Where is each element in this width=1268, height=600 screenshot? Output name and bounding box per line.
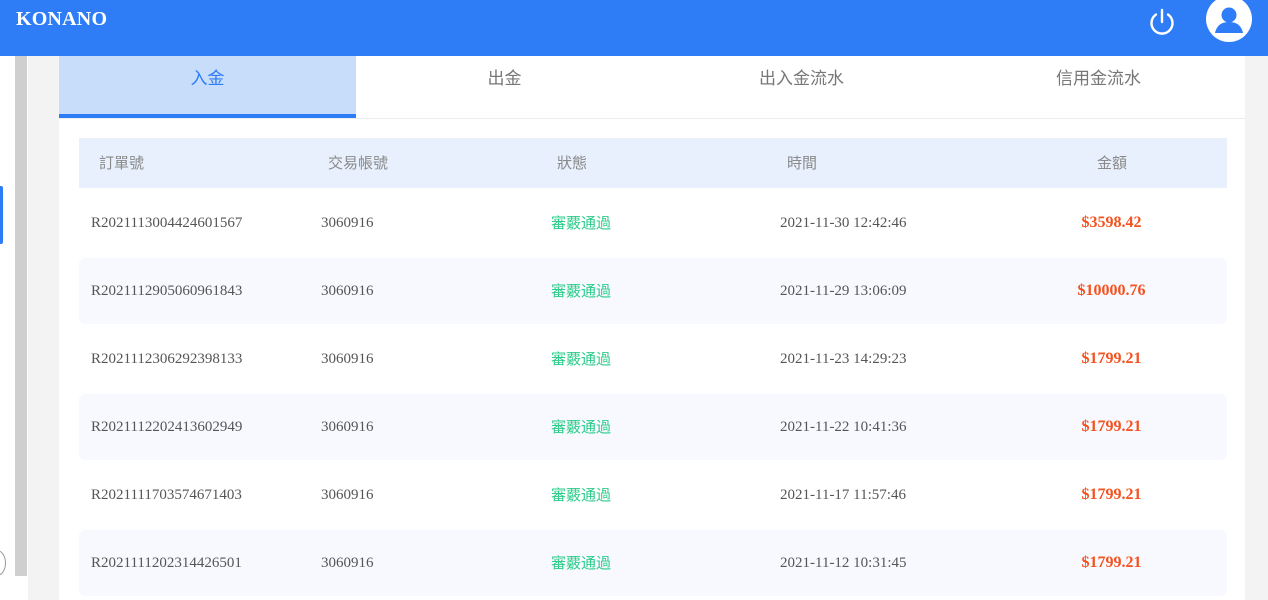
status-badge: 審覈通過 [551,214,612,232]
user-avatar-icon[interactable] [1206,0,1252,42]
column-header-amount: 金額 [1097,154,1128,172]
table-header: 訂單號 交易帳號 狀態 時間 金額 [79,138,1227,188]
trading-account: 3060916 [321,487,374,503]
table-row[interactable]: R2021113004424601567 3060916 審覈通過 2021-1… [79,190,1227,256]
trading-account: 3060916 [321,555,374,571]
amount: $3598.42 [1081,214,1142,231]
timestamp: 2021-11-29 13:06:09 [780,283,907,299]
table-row[interactable]: R2021112202413602949 3060916 審覈通過 2021-1… [79,394,1227,460]
table-row[interactable]: R2021112306292398133 3060916 審覈通過 2021-1… [79,326,1227,392]
amount: $1799.21 [1081,418,1142,435]
timestamp: 2021-11-17 11:57:46 [780,487,906,503]
order-number: R2021113004424601567 [91,215,243,231]
deposit-history-card: 入金 出金 出入金流水 信用金流水 訂單號 交易帳號 狀態 時間 金額 R202… [59,56,1245,600]
order-number: R2021112306292398133 [91,351,243,367]
status-badge: 審覈通過 [551,350,612,368]
table-row[interactable]: R2021111202314426501 3060916 審覈通過 2021-1… [79,530,1227,596]
status-badge: 審覈通過 [551,486,612,504]
tab-cash-flow[interactable]: 出入金流水 [653,56,950,118]
table-row[interactable]: R2021111703574671403 3060916 審覈通過 2021-1… [79,462,1227,528]
status-badge: 審覈通過 [551,418,612,436]
timestamp: 2021-11-12 10:31:45 [780,555,907,571]
table-row[interactable]: R2021112905060961843 3060916 審覈通過 2021-1… [79,258,1227,324]
amount: $1799.21 [1081,554,1142,571]
tab-withdraw[interactable]: 出金 [356,56,653,118]
amount: $10000.76 [1077,282,1146,299]
timestamp: 2021-11-23 14:29:23 [780,351,907,367]
amount: $1799.21 [1081,486,1142,503]
column-header-account: 交易帳號 [328,154,389,172]
trading-account: 3060916 [321,215,374,231]
order-number: R2021112905060961843 [91,283,243,299]
order-number: R2021111202314426501 [91,555,242,571]
amount: $1799.21 [1081,350,1142,367]
trading-account: 3060916 [321,419,374,435]
timestamp: 2021-11-30 12:42:46 [780,215,907,231]
column-header-time: 時間 [787,154,818,172]
trading-account: 3060916 [321,283,374,299]
page-scroll-area [1246,56,1268,600]
column-header-status: 狀態 [557,154,588,172]
order-number: R2021111703574671403 [91,487,242,503]
top-bar: KONANO [0,0,1268,56]
tab-credit-flow[interactable]: 信用金流水 [950,56,1247,118]
sidebar-active-indicator[interactable] [0,186,3,244]
sidebar-scrollbar[interactable] [15,56,27,576]
timestamp: 2021-11-22 10:41:36 [780,419,907,435]
tab-deposit[interactable]: 入金 [59,56,356,118]
order-number: R2021112202413602949 [91,419,243,435]
status-badge: 審覈通過 [551,554,612,572]
status-badge: 審覈通過 [551,282,612,300]
trading-account: 3060916 [321,351,374,367]
power-icon[interactable] [1145,5,1179,39]
column-header-order: 訂單號 [99,154,145,172]
brand-logo[interactable]: KONANO [16,8,107,31]
tab-bar: 入金 出金 出入金流水 信用金流水 [59,56,1245,119]
